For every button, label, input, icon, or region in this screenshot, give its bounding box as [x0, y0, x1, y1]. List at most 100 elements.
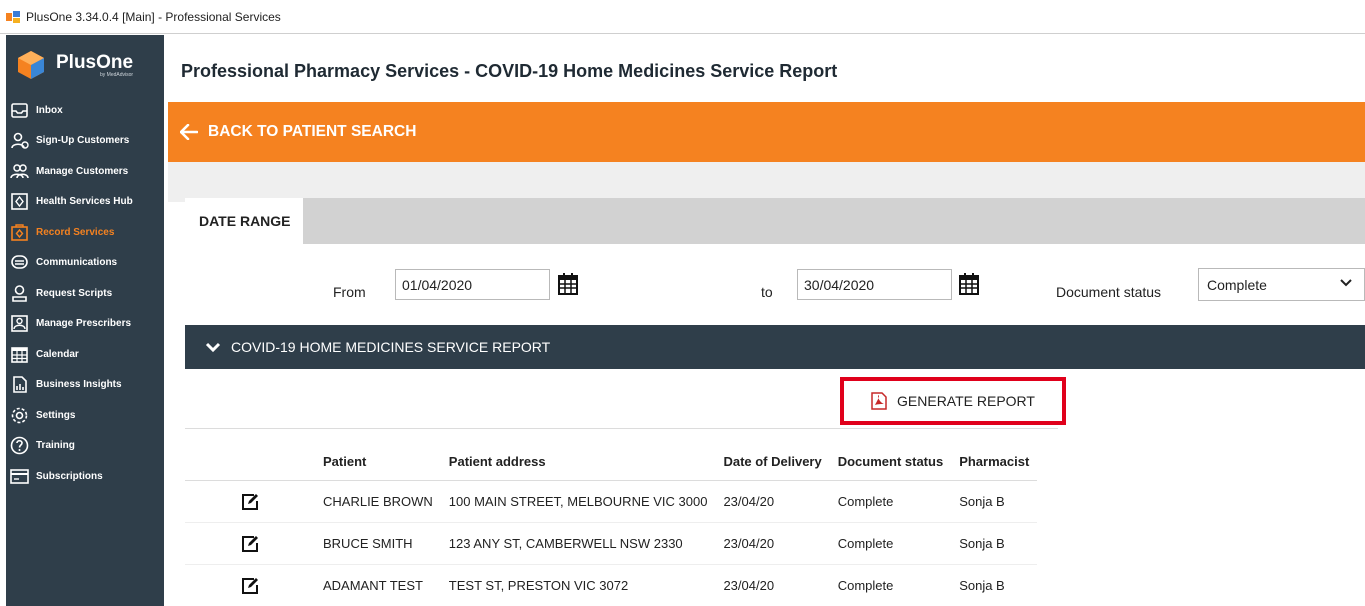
patient-name-cell: ADAMANT TEST: [315, 564, 441, 606]
tab-date-range-label: DATE RANGE: [199, 213, 291, 229]
pharmacist-cell: Sonja B: [951, 522, 1038, 565]
document-status-cell: Complete: [829, 564, 952, 606]
edit-icon[interactable]: [241, 535, 259, 553]
edit-cell: [185, 564, 315, 606]
sidebar-item-subscriptions[interactable]: Subscriptions: [6, 461, 164, 492]
sidebar-item-label: Training: [36, 440, 75, 452]
patient-name-cell: CHARLIE BROWN: [315, 480, 441, 523]
sidebar-item-label: Inbox: [36, 104, 63, 116]
to-label: to: [761, 284, 773, 300]
calendar-icon: [11, 346, 28, 363]
patient-address-cell: TEST ST, PRESTON VIC 3072: [440, 564, 716, 606]
app-icon: [6, 10, 20, 23]
sidebar-item-label: Sign-Up Customers: [36, 135, 130, 147]
logo-name: PlusOne: [56, 51, 134, 73]
report-section-title: COVID-19 HOME MEDICINES SERVICE REPORT: [231, 339, 551, 355]
sidebar-item-label: Record Services: [36, 226, 115, 238]
from-calendar-icon[interactable]: [558, 273, 578, 295]
from-label: From: [333, 284, 366, 300]
pharmacist-cell: Sonja B: [951, 480, 1038, 523]
sidebar-item-record-services[interactable]: Record Services: [6, 217, 164, 248]
record-services-icon: [11, 224, 28, 241]
edit-icon[interactable]: [241, 493, 259, 511]
sidebar-item-calendar[interactable]: Calendar: [6, 339, 164, 370]
sign-up-customers-icon: [11, 132, 29, 149]
document-status-cell: Complete: [829, 522, 952, 565]
patient-address-cell: 100 MAIN STREET, MELBOURNE VIC 3000: [440, 480, 716, 523]
edit-cell: [185, 480, 315, 523]
document-status-label: Document status: [1056, 284, 1162, 300]
sidebar-item-label: Health Services Hub: [36, 196, 133, 208]
to-calendar-icon[interactable]: [959, 273, 979, 295]
sidebar-item-health-services-hub[interactable]: Health Services Hub: [6, 187, 164, 218]
spacer-strip: [168, 162, 1365, 202]
edit-column-header: [185, 442, 315, 481]
back-to-patient-search-button[interactable]: BACK TO PATIENT SEARCH: [168, 102, 1365, 162]
table-row[interactable]: CHARLIE BROWN 100 MAIN STREET, MELBOURNE …: [185, 480, 1038, 523]
tab-date-range[interactable]: DATE RANGE: [185, 198, 303, 244]
from-date-input[interactable]: [395, 269, 550, 300]
date-of-delivery-cell: 23/04/20: [715, 564, 830, 606]
generate-report-button[interactable]: GENERATE REPORT: [840, 377, 1066, 425]
sidebar-item-label: Subscriptions: [36, 470, 103, 482]
health-services-icon: [11, 193, 28, 211]
pharmacist-cell: Sonja B: [951, 564, 1038, 606]
sidebar-item-inbox[interactable]: Inbox: [6, 95, 164, 126]
document-status-select[interactable]: Complete: [1198, 268, 1365, 301]
sidebar-item-label: Communications: [36, 257, 118, 269]
back-label: BACK TO PATIENT SEARCH: [208, 123, 417, 140]
plusone-logo-icon: [18, 51, 44, 79]
window-title: PlusOne 3.34.0.4 [Main] - Professional S…: [26, 9, 281, 24]
sidebar-item-label: Manage Prescribers: [36, 318, 132, 330]
column-header-document-status: Document status: [837, 453, 944, 469]
edit-cell: [185, 522, 315, 565]
sidebar-item-communications[interactable]: Communications: [6, 248, 164, 279]
sidebar-item-request-scripts[interactable]: Request Scripts: [6, 278, 164, 309]
inbox-icon: [11, 102, 28, 118]
date-of-delivery-cell: 23/04/20: [715, 480, 830, 523]
sidebar-item-training[interactable]: Training: [6, 431, 164, 462]
column-header-pharmacist: Pharmacist: [959, 453, 1030, 469]
document-status-value: Complete: [1207, 277, 1267, 293]
settings-icon: [11, 407, 28, 424]
sidebar-item-label: Request Scripts: [36, 287, 113, 299]
sidebar-item-label: Manage Customers: [36, 165, 129, 177]
training-icon: [10, 436, 29, 455]
tab-bar: DATE RANGE: [185, 198, 1365, 244]
sidebar-item-business-insights[interactable]: Business Insights: [6, 370, 164, 401]
column-header-patient: Patient: [323, 453, 367, 469]
sidebar: PlusOne by MedAdvisor Inbox Sign-Up Custo…: [6, 35, 164, 606]
sidebar-item-label: Settings: [36, 409, 76, 421]
document-status-cell: Complete: [829, 480, 952, 523]
generate-report-label: GENERATE REPORT: [897, 393, 1035, 409]
subscriptions-icon: [10, 468, 29, 484]
sidebar-item-sign-up-customers[interactable]: Sign-Up Customers: [6, 126, 164, 157]
table-header-row: Patient Patient address Date of Delivery…: [185, 442, 1037, 481]
table-row[interactable]: BRUCE SMITH 123 ANY ST, CAMBERWELL NSW 23…: [185, 522, 1038, 565]
date-of-delivery-cell: 23/04/20: [715, 522, 830, 565]
sidebar-item-label: Business Insights: [36, 379, 122, 391]
sidebar-item-settings[interactable]: Settings: [6, 400, 164, 431]
window-titlebar: PlusOne 3.34.0.4 [Main] - Professional S…: [0, 0, 1365, 34]
logo[interactable]: PlusOne by MedAdvisor: [6, 35, 164, 95]
divider: [185, 428, 1058, 429]
sidebar-item-manage-customers[interactable]: Manage Customers: [6, 156, 164, 187]
report-table: Patient Patient address Date of Delivery…: [185, 442, 1038, 606]
column-header-patient-address: Patient address: [448, 453, 546, 469]
business-insights-icon: [13, 376, 27, 394]
chevron-down-icon: [1340, 279, 1352, 287]
edit-icon[interactable]: [241, 577, 259, 595]
sidebar-item-manage-prescribers[interactable]: Manage Prescribers: [6, 309, 164, 340]
chevron-down-icon: [205, 342, 221, 352]
pdf-icon: [871, 392, 887, 410]
to-date-input[interactable]: [797, 269, 952, 300]
patient-address-cell: 123 ANY ST, CAMBERWELL NSW 2330: [440, 522, 716, 565]
page-title: Professional Pharmacy Services - COVID-1…: [181, 61, 838, 81]
sidebar-item-label: Calendar: [36, 348, 79, 360]
request-scripts-icon: [12, 284, 27, 302]
table-row[interactable]: ADAMANT TEST TEST ST, PRESTON VIC 3072 23/…: [185, 564, 1038, 606]
report-section-header[interactable]: COVID-19 HOME MEDICINES SERVICE REPORT: [185, 325, 1365, 369]
arrow-left-icon: [180, 124, 198, 140]
sidebar-nav: Inbox Sign-Up Customers Manage Customers He…: [6, 95, 164, 492]
manage-prescribers-icon: [11, 315, 28, 333]
